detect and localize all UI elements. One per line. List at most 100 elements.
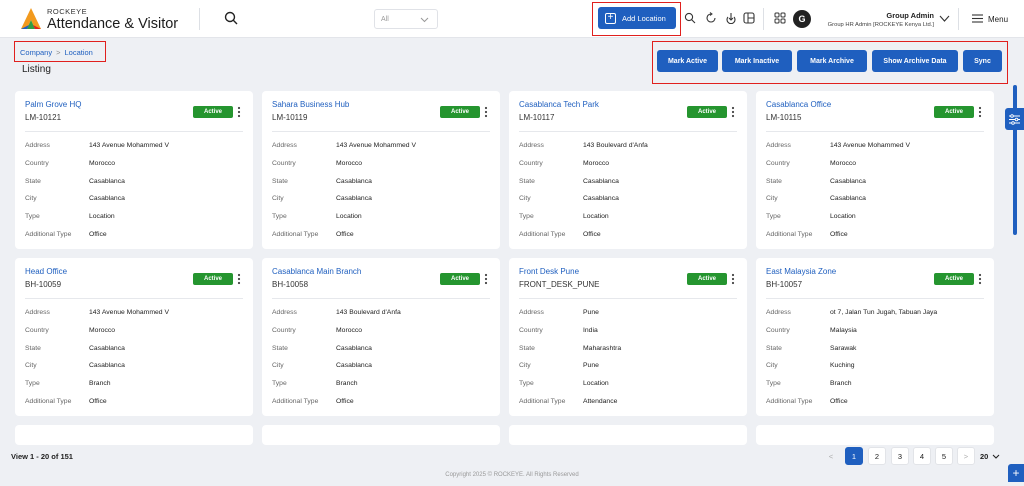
field-value: ot 7, Jalan Tun Jugah, Tabuan Jaya [830, 309, 938, 316]
location-card[interactable] [756, 425, 994, 445]
location-card[interactable]: Front Desk Pune FRONT_DESK_PUNE Active A… [509, 258, 747, 416]
layout-icon[interactable] [743, 12, 755, 24]
card-name[interactable]: Sahara Business Hub [272, 100, 349, 109]
brand-small-label: ROCKEYE [47, 7, 88, 16]
field-label: State [519, 345, 535, 352]
card-name[interactable]: Front Desk Pune [519, 267, 579, 276]
field-value: Office [830, 398, 848, 405]
more-options-icon[interactable] [237, 273, 241, 285]
card-divider [25, 131, 243, 132]
field-value: Attendance [583, 398, 618, 405]
more-options-icon[interactable] [978, 106, 982, 118]
field-label: City [272, 195, 284, 202]
user-name[interactable]: Group Admin [860, 11, 934, 20]
location-card[interactable]: Casablanca Tech Park LM-10117 Active Add… [509, 91, 747, 249]
hamburger-menu-icon[interactable] [972, 14, 983, 23]
location-card[interactable] [15, 425, 253, 445]
field-value: 143 Boulevard d'Anfa [583, 142, 648, 149]
card-code: LM-10115 [766, 113, 802, 122]
download-icon[interactable] [725, 12, 737, 24]
mark-inactive-button[interactable]: Mark Inactive [722, 50, 792, 72]
location-card[interactable]: East Malaysia Zone BH-10057 Active Addre… [756, 258, 994, 416]
pagination-page[interactable]: 1 [845, 447, 863, 465]
field-row-additional-type: Additional Type Office [25, 231, 245, 241]
card-code: LM-10119 [272, 113, 308, 122]
field-row-state: State Casablanca [519, 178, 739, 188]
card-name[interactable]: Palm Grove HQ [25, 100, 81, 109]
menu-button[interactable]: Menu [988, 15, 1008, 24]
location-card[interactable]: Palm Grove HQ LM-10121 Active Address 143… [15, 91, 253, 249]
search-icon[interactable] [684, 12, 696, 24]
field-row-city: City Casablanca [272, 362, 492, 372]
field-label: Address [519, 309, 544, 316]
sync-button[interactable]: Sync [963, 50, 1002, 72]
field-row-type: Type Branch [272, 380, 492, 390]
refresh-icon[interactable] [705, 12, 717, 24]
location-card[interactable] [262, 425, 500, 445]
field-value: Location [89, 213, 115, 220]
pagination-page[interactable]: 2 [868, 447, 886, 465]
fab-add-button[interactable]: + [1008, 464, 1024, 482]
field-value: Casablanca [336, 362, 372, 369]
search-input[interactable] [244, 9, 369, 29]
header-divider [763, 8, 764, 30]
card-name[interactable]: Casablanca Main Branch [272, 267, 361, 276]
show-archive-data-button[interactable]: Show Archive Data [872, 50, 958, 72]
breadcrumb-company[interactable]: Company [20, 48, 52, 57]
field-row-address: Address 143 Avenue Mohammed V [25, 142, 245, 152]
location-card[interactable]: Sahara Business Hub LM-10119 Active Addr… [262, 91, 500, 249]
mark-archive-button[interactable]: Mark Archive [797, 50, 867, 72]
pagination-page[interactable]: 3 [891, 447, 909, 465]
field-value: Casablanca [89, 362, 125, 369]
field-row-additional-type: Additional Type Office [766, 398, 986, 408]
card-divider [272, 298, 490, 299]
field-row-city: City Casablanca [25, 195, 245, 205]
field-row-country: Country India [519, 327, 739, 337]
card-name[interactable]: Casablanca Office [766, 100, 831, 109]
card-name[interactable]: Casablanca Tech Park [519, 100, 599, 109]
more-options-icon[interactable] [731, 106, 735, 118]
field-label: Country [272, 327, 296, 334]
field-value: Kuching [830, 362, 855, 369]
pagination-next[interactable]: > [957, 447, 975, 465]
location-card[interactable]: Head Office BH-10059 Active Address 143 A… [15, 258, 253, 416]
pagination-prev[interactable]: < [822, 447, 840, 465]
location-card[interactable]: Casablanca Office LM-10115 Active Addres… [756, 91, 994, 249]
pagination-page[interactable]: 4 [913, 447, 931, 465]
chevron-down-icon[interactable] [939, 14, 950, 23]
field-value: Branch [830, 380, 852, 387]
field-row-state: State Sarawak [766, 345, 986, 355]
card-name[interactable]: Head Office [25, 267, 67, 276]
mark-active-button[interactable]: Mark Active [657, 50, 718, 72]
add-location-button[interactable]: + Add Location [598, 7, 676, 29]
field-row-city: City Casablanca [519, 195, 739, 205]
apps-grid-icon[interactable] [774, 12, 786, 24]
field-label: Address [272, 142, 297, 149]
card-name[interactable]: East Malaysia Zone [766, 267, 836, 276]
top-header: ROCKEYE Attendance & Visitor All + Add L… [0, 0, 1024, 38]
field-row-type: Type Location [25, 213, 245, 223]
location-card[interactable]: Casablanca Main Branch BH-10058 Active A… [262, 258, 500, 416]
breadcrumb-location[interactable]: Location [65, 48, 93, 57]
more-options-icon[interactable] [484, 273, 488, 285]
more-options-icon[interactable] [731, 273, 735, 285]
field-value: Casablanca [583, 195, 619, 202]
more-options-icon[interactable] [484, 106, 488, 118]
more-options-icon[interactable] [978, 273, 982, 285]
field-label: Additional Type [519, 231, 566, 238]
search-icon[interactable] [224, 11, 238, 25]
location-card[interactable] [509, 425, 747, 445]
filter-panel-toggle[interactable] [1005, 108, 1024, 130]
field-row-state: State Casablanca [272, 178, 492, 188]
search-filter-select[interactable]: All [374, 9, 438, 29]
card-divider [519, 298, 737, 299]
per-page-value: 20 [980, 451, 989, 461]
field-value: Casablanca [830, 178, 866, 185]
field-value: 143 Boulevard d'Anfa [336, 309, 401, 316]
field-row-city: City Casablanca [272, 195, 492, 205]
field-row-type: Type Branch [766, 380, 986, 390]
more-options-icon[interactable] [237, 106, 241, 118]
pagination-page[interactable]: 5 [935, 447, 953, 465]
per-page-select[interactable]: 20 [980, 447, 1010, 465]
field-label: Type [519, 380, 534, 387]
